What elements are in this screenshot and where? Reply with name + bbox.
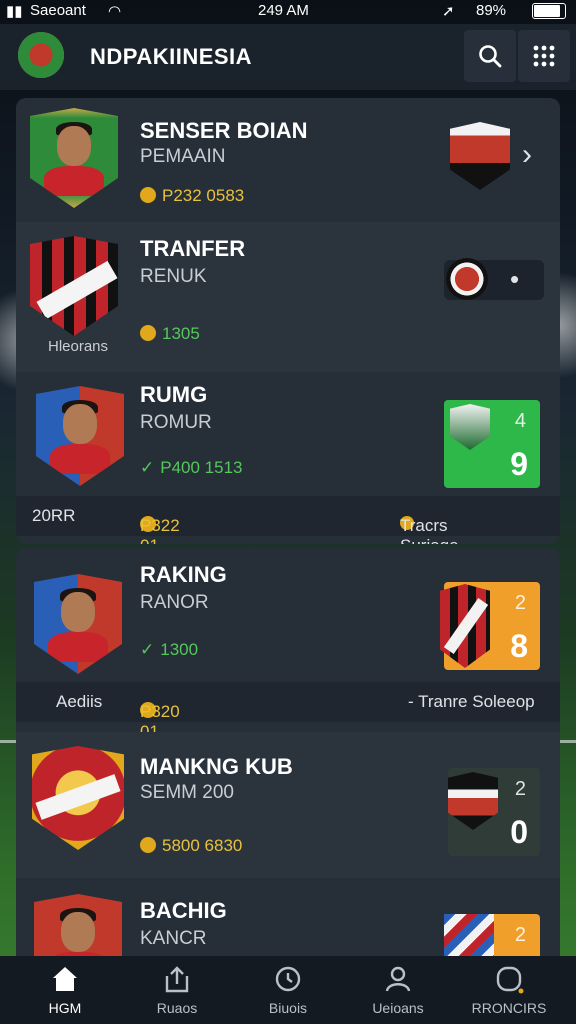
player-card[interactable]: Hleorans TRANFER RENUK 1305 • bbox=[16, 222, 560, 372]
player-role: PEMAAIN bbox=[140, 146, 226, 167]
carrier-label: Saeoant bbox=[30, 2, 86, 19]
rank-previous: 2 bbox=[514, 924, 526, 946]
player-role: SEMM 200 bbox=[140, 782, 234, 803]
rank-box: 4 9 bbox=[444, 400, 540, 488]
rank-previous: 4 bbox=[514, 410, 526, 432]
page-title: NDPAKIINESIA bbox=[90, 44, 253, 69]
transfer-strip: 20RR P322 01 336 Tracrs Suriage bbox=[16, 496, 560, 544]
player-badge bbox=[36, 386, 124, 486]
rank-box: 2 bbox=[444, 914, 540, 956]
coin-icon bbox=[140, 187, 156, 203]
player-value: P232 0583 bbox=[140, 186, 244, 206]
club-badge bbox=[30, 236, 118, 336]
strip-link[interactable]: - Tranre Soleeop bbox=[408, 692, 535, 712]
player-value: 5800 6830 bbox=[140, 836, 242, 856]
player-card[interactable]: RUMG ROMUR ✓P400 1513 4 9 20RR P322 01 3… bbox=[16, 372, 560, 544]
search-icon bbox=[479, 45, 502, 68]
app-logo bbox=[18, 32, 64, 78]
search-button[interactable] bbox=[464, 30, 516, 82]
club-crest bbox=[450, 404, 490, 450]
more-dot-icon[interactable]: • bbox=[510, 264, 519, 295]
player-value: ✓ P400 1513 bbox=[140, 458, 243, 477]
coin-icon bbox=[140, 325, 156, 341]
player-card[interactable]: MANKNG KUB SEMM 200 5800 6830 2 0 bbox=[16, 732, 560, 878]
home-icon bbox=[53, 967, 77, 991]
strip-label: 20RR bbox=[32, 506, 76, 525]
status-bar: ▮▮ Saeoant ◠ 249 AM ➚ 89% bbox=[0, 0, 576, 22]
grid-menu-button[interactable] bbox=[518, 30, 570, 82]
player-name: RUMG bbox=[140, 382, 208, 407]
upload-icon bbox=[165, 966, 189, 993]
player-name: RAKING bbox=[140, 562, 227, 587]
rank-current: 9 bbox=[510, 446, 528, 482]
player-card[interactable]: SENSER BOIAN PEMAAIN P232 0583 › bbox=[16, 98, 560, 222]
battery-icon bbox=[532, 3, 566, 19]
player-name: SENSER BOIAN bbox=[140, 118, 308, 143]
player-value: 1305 bbox=[140, 324, 200, 344]
club-crest bbox=[446, 258, 488, 300]
wifi-icon: ◠ bbox=[108, 3, 122, 20]
location-icon: ➚ bbox=[442, 3, 455, 20]
rank-current: 0 bbox=[510, 814, 528, 850]
player-name: TRANFER bbox=[140, 236, 246, 261]
club-crest bbox=[444, 914, 494, 956]
club-crest bbox=[440, 584, 490, 668]
player-badge bbox=[30, 108, 118, 208]
club-crest bbox=[450, 122, 510, 190]
rank-box: 2 8 bbox=[440, 582, 540, 670]
player-card[interactable]: BACHIG KANCR 2 bbox=[16, 878, 560, 956]
player-badge bbox=[34, 574, 122, 674]
club-crest bbox=[448, 772, 498, 830]
player-name: BACHIG bbox=[140, 898, 227, 923]
rank-previous: 2 bbox=[514, 592, 526, 614]
trend-icon: ✓ bbox=[140, 640, 155, 659]
player-role: RENUK bbox=[140, 266, 207, 287]
club-badge bbox=[32, 746, 124, 850]
clock: 249 AM bbox=[258, 2, 309, 19]
strip-label: Aediis bbox=[56, 692, 103, 711]
player-role: RANOR bbox=[140, 592, 209, 613]
player-value: ✓ 1300 bbox=[140, 640, 199, 659]
app-header: NDPAKIINESIA bbox=[0, 24, 576, 90]
user-icon bbox=[385, 966, 411, 992]
nav-fixtures[interactable]: Biuois bbox=[233, 964, 343, 1016]
nav-promotions[interactable]: RRONCIRS bbox=[454, 964, 564, 1016]
badge-caption: Hleorans bbox=[48, 338, 109, 355]
nav-transfers[interactable]: Ruaos bbox=[122, 964, 232, 1016]
rank-current: 8 bbox=[510, 628, 528, 664]
player-card[interactable]: RAKING RANOR ✓1300 2 8 Aediis P320 01 S5… bbox=[16, 548, 560, 732]
nav-home[interactable]: HGM bbox=[10, 964, 120, 1016]
transfer-strip: Aediis P320 01 S50 - Tranre Soleeop bbox=[16, 682, 560, 732]
clock-icon bbox=[275, 966, 301, 992]
player-role: ROMUR bbox=[140, 412, 212, 433]
player-name: MANKNG KUB bbox=[140, 754, 293, 779]
chat-icon bbox=[496, 966, 524, 994]
trend-icon: ✓ bbox=[140, 458, 155, 477]
rank-box: 2 0 bbox=[448, 768, 540, 856]
coin-icon bbox=[140, 837, 156, 853]
nav-profile[interactable]: Ueioans bbox=[343, 964, 453, 1016]
rank-previous: 2 bbox=[514, 778, 526, 800]
bottom-nav: HGM Ruaos Biuois Ueioans RRONCIRS bbox=[0, 956, 576, 1024]
chevron-right-icon[interactable]: › bbox=[522, 138, 532, 172]
player-badge bbox=[34, 894, 122, 956]
signal-icon: ▮▮ bbox=[6, 3, 23, 20]
grid-icon bbox=[533, 45, 555, 67]
player-role: KANCR bbox=[140, 928, 207, 949]
battery-percent: 89% bbox=[476, 2, 507, 19]
